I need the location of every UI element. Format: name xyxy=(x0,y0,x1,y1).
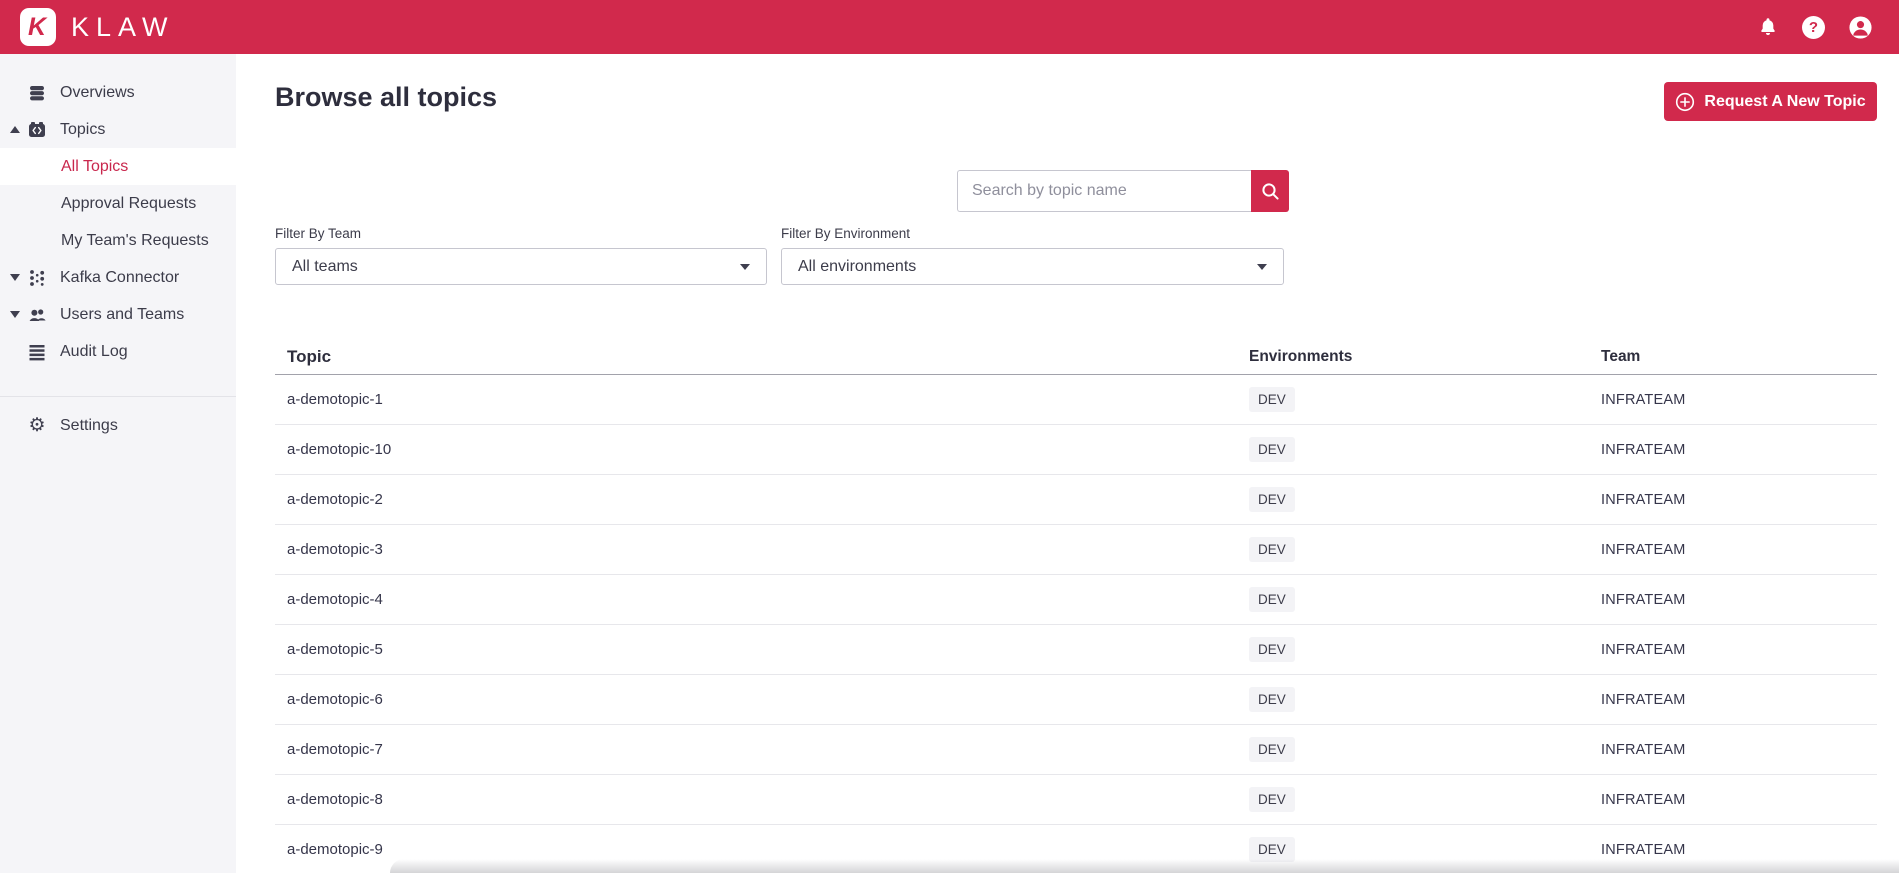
topic-link[interactable]: a-demotopic-8 xyxy=(275,791,1249,808)
filter-team-select[interactable]: All teams xyxy=(275,248,767,285)
bell-icon[interactable] xyxy=(1757,15,1779,39)
app-header: K KLAW ? xyxy=(0,0,1899,54)
table-row[interactable]: a-demotopic-3 DEV INFRATEAM xyxy=(275,525,1877,575)
sidebar-item-my-teams-requests[interactable]: My Team's Requests xyxy=(0,222,236,259)
sidebar-item-settings[interactable]: ⚙ Settings xyxy=(0,407,236,444)
environment-badge: DEV xyxy=(1249,787,1295,812)
team-name: INFRATEAM xyxy=(1601,842,1686,858)
topic-link[interactable]: a-demotopic-3 xyxy=(275,541,1249,558)
klaw-logo-letter: K xyxy=(28,13,46,42)
topic-link[interactable]: a-demotopic-7 xyxy=(275,741,1249,758)
team-name: INFRATEAM xyxy=(1601,592,1686,608)
environment-badge: DEV xyxy=(1249,387,1295,412)
sidebar-item-label: Audit Log xyxy=(60,343,128,361)
code-topics-icon xyxy=(26,121,48,139)
search-input[interactable] xyxy=(957,170,1251,212)
team-name: INFRATEAM xyxy=(1601,392,1686,408)
help-icon[interactable]: ? xyxy=(1802,16,1825,39)
topic-link[interactable]: a-demotopic-9 xyxy=(275,841,1249,858)
sidebar-item-label: My Team's Requests xyxy=(61,232,209,250)
environment-badge: DEV xyxy=(1249,437,1295,462)
sidebar-item-label: Users and Teams xyxy=(60,306,184,324)
chevron-down-icon[interactable] xyxy=(6,311,24,318)
topic-link[interactable]: a-demotopic-1 xyxy=(275,391,1249,408)
chevron-down-icon[interactable] xyxy=(6,274,24,281)
environment-badge: DEV xyxy=(1249,587,1295,612)
team-name: INFRATEAM xyxy=(1601,492,1686,508)
sidebar-item-overviews[interactable]: Overviews xyxy=(0,74,236,111)
plus-circle-icon xyxy=(1675,92,1695,112)
table-row[interactable]: a-demotopic-1 DEV INFRATEAM xyxy=(275,375,1877,425)
users-icon xyxy=(26,306,48,324)
topic-link[interactable]: a-demotopic-5 xyxy=(275,641,1249,658)
table-row[interactable]: a-demotopic-8 DEV INFRATEAM xyxy=(275,775,1877,825)
connector-dots-icon xyxy=(26,269,48,287)
klaw-logo-icon[interactable]: K xyxy=(20,8,56,46)
filter-team-value: All teams xyxy=(292,258,358,276)
environment-badge: DEV xyxy=(1249,737,1295,762)
team-name: INFRATEAM xyxy=(1601,692,1686,708)
table-row[interactable]: a-demotopic-4 DEV INFRATEAM xyxy=(275,575,1877,625)
app-title: KLAW xyxy=(71,12,175,43)
chevron-up-icon[interactable] xyxy=(6,126,24,133)
sidebar-item-label: Topics xyxy=(60,121,105,139)
topic-link[interactable]: a-demotopic-10 xyxy=(275,441,1249,458)
topic-link[interactable]: a-demotopic-6 xyxy=(275,691,1249,708)
team-name: INFRATEAM xyxy=(1601,792,1686,808)
topics-table: Topic Environments Team a-demotopic-1 DE… xyxy=(275,339,1877,873)
main-content: Browse all topics Request A New Topic Fi… xyxy=(236,54,1899,873)
environment-badge: DEV xyxy=(1249,487,1295,512)
column-header-topic: Topic xyxy=(275,347,1249,367)
filter-environment-label: Filter By Environment xyxy=(781,226,910,241)
environment-badge: DEV xyxy=(1249,637,1295,662)
topic-search xyxy=(957,170,1289,212)
table-row[interactable]: a-demotopic-2 DEV INFRATEAM xyxy=(275,475,1877,525)
gear-icon: ⚙ xyxy=(26,416,48,435)
request-new-topic-button[interactable]: Request A New Topic xyxy=(1664,82,1877,121)
environment-badge: DEV xyxy=(1249,537,1295,562)
database-icon xyxy=(26,84,48,102)
sidebar-item-label: Settings xyxy=(60,417,118,435)
table-row[interactable]: a-demotopic-5 DEV INFRATEAM xyxy=(275,625,1877,675)
column-header-team: Team xyxy=(1601,348,1877,366)
table-row[interactable]: a-demotopic-6 DEV INFRATEAM xyxy=(275,675,1877,725)
team-name: INFRATEAM xyxy=(1601,542,1686,558)
sidebar: Overviews Topics All Topics Approval Req… xyxy=(0,54,236,873)
search-icon xyxy=(1261,182,1280,201)
team-name: INFRATEAM xyxy=(1601,742,1686,758)
sidebar-divider xyxy=(0,396,236,397)
team-name: INFRATEAM xyxy=(1601,442,1686,458)
filter-environment-value: All environments xyxy=(798,258,916,276)
page-title: Browse all topics xyxy=(275,82,497,113)
sidebar-item-topics[interactable]: Topics xyxy=(0,111,236,148)
table-row[interactable]: a-demotopic-10 DEV INFRATEAM xyxy=(275,425,1877,475)
sidebar-item-kafka-connector[interactable]: Kafka Connector xyxy=(0,259,236,296)
sidebar-item-label: Approval Requests xyxy=(61,195,196,213)
chevron-down-icon xyxy=(1257,264,1267,270)
filter-environment-select[interactable]: All environments xyxy=(781,248,1284,285)
sidebar-item-label: Kafka Connector xyxy=(60,269,179,287)
topic-link[interactable]: a-demotopic-4 xyxy=(275,591,1249,608)
column-header-environments: Environments xyxy=(1249,348,1601,366)
sidebar-item-label: All Topics xyxy=(61,158,128,176)
environment-badge: DEV xyxy=(1249,837,1295,862)
table-header-row: Topic Environments Team xyxy=(275,339,1877,375)
chevron-down-icon xyxy=(740,264,750,270)
topic-link[interactable]: a-demotopic-2 xyxy=(275,491,1249,508)
sidebar-item-label: Overviews xyxy=(60,84,135,102)
sidebar-item-audit-log[interactable]: Audit Log xyxy=(0,333,236,370)
environment-badge: DEV xyxy=(1249,687,1295,712)
table-row[interactable]: a-demotopic-9 DEV INFRATEAM xyxy=(275,825,1877,873)
sidebar-item-users-and-teams[interactable]: Users and Teams xyxy=(0,296,236,333)
team-name: INFRATEAM xyxy=(1601,642,1686,658)
list-lines-icon xyxy=(26,343,48,361)
table-row[interactable]: a-demotopic-7 DEV INFRATEAM xyxy=(275,725,1877,775)
profile-icon[interactable] xyxy=(1848,15,1873,40)
search-button[interactable] xyxy=(1251,170,1289,212)
sidebar-item-approval-requests[interactable]: Approval Requests xyxy=(0,185,236,222)
sidebar-item-all-topics[interactable]: All Topics xyxy=(0,148,236,185)
filter-team-label: Filter By Team xyxy=(275,226,361,241)
